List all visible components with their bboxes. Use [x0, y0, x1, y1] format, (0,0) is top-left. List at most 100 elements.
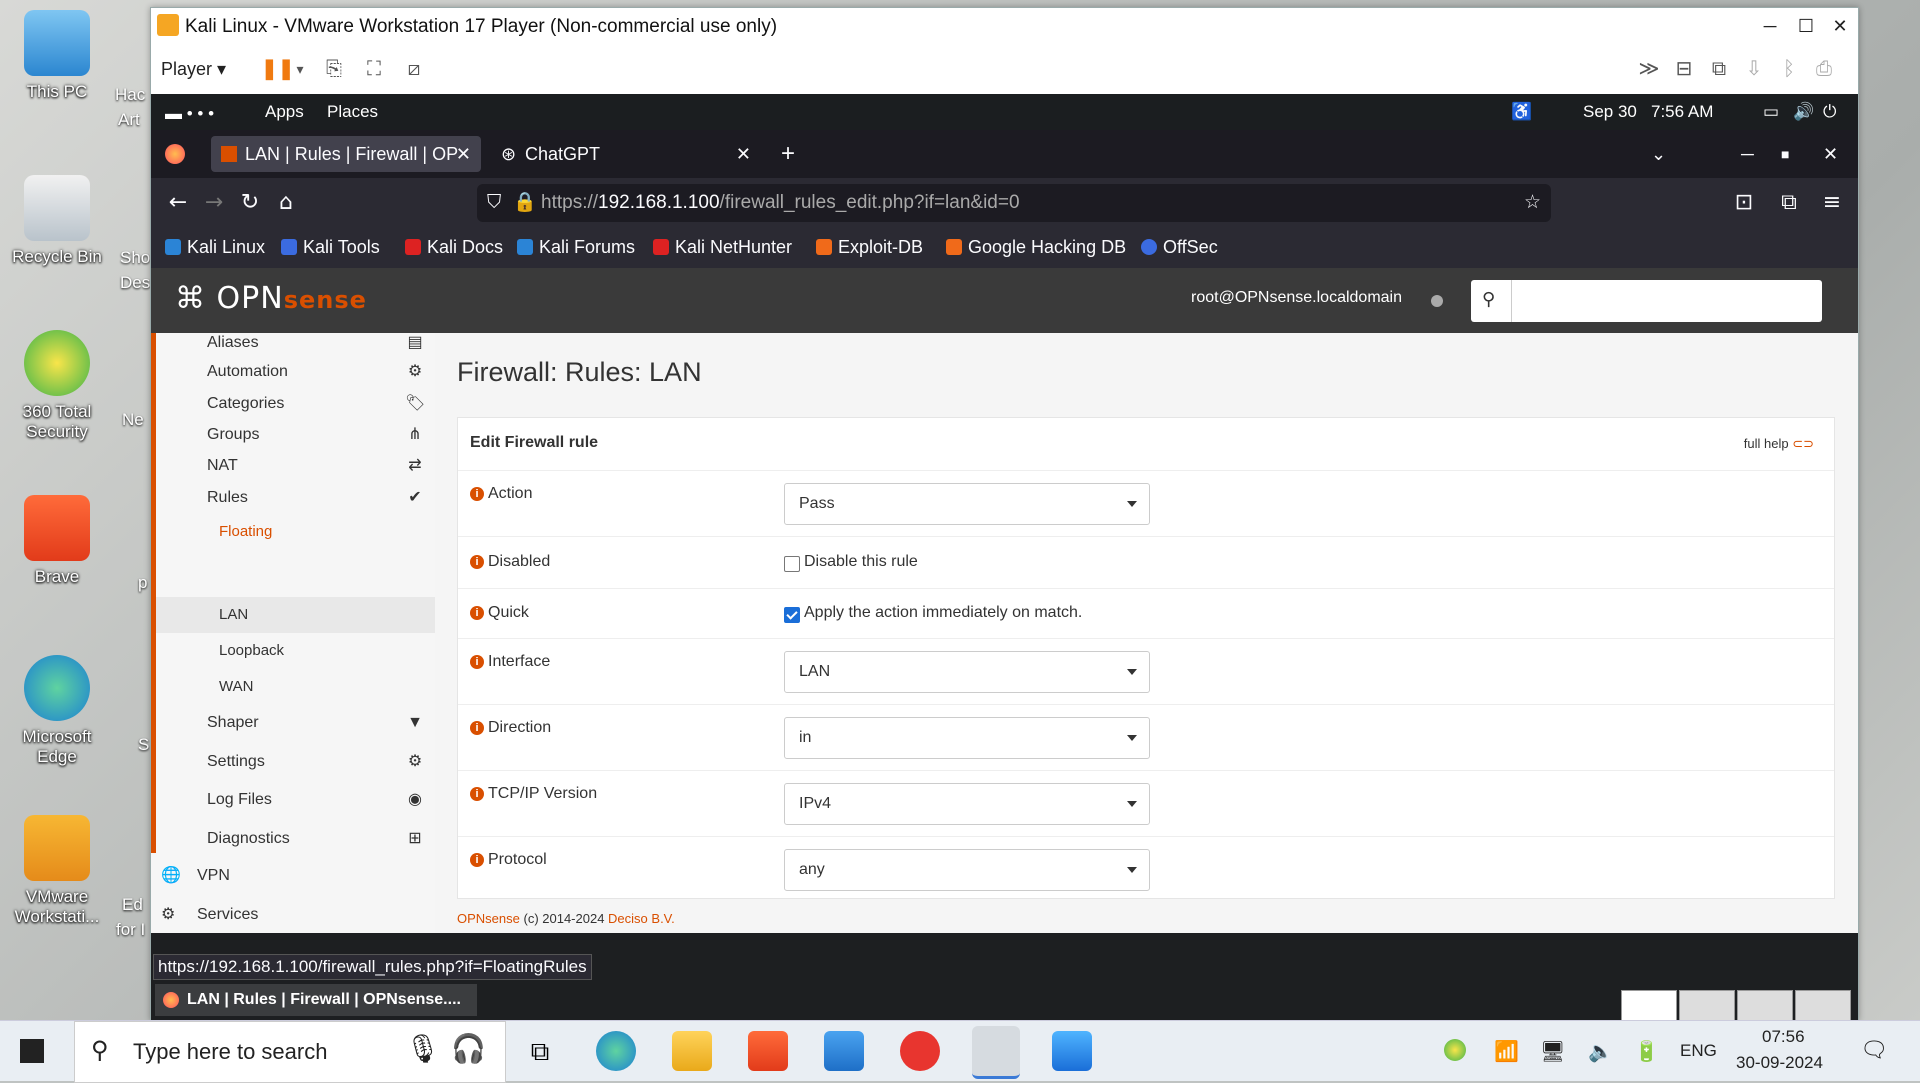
- time-label[interactable]: 7:56 AM: [1651, 102, 1713, 122]
- shield-icon[interactable]: ⛉: [487, 184, 501, 222]
- workspace-indicator[interactable]: ▬ • • •: [165, 104, 214, 124]
- security-tray-icon[interactable]: [1444, 1039, 1466, 1061]
- send-ctrl-alt-del-icon[interactable]: ⎘: [321, 56, 347, 82]
- disable-rule-checkbox[interactable]: [784, 556, 800, 572]
- wifi-icon[interactable]: 📶: [1494, 1039, 1519, 1064]
- mail-icon[interactable]: [824, 1031, 864, 1071]
- unity-icon[interactable]: ⧄: [401, 56, 427, 82]
- info-icon[interactable]: i: [470, 721, 484, 735]
- workspace-2[interactable]: [1679, 990, 1735, 1022]
- power-icon[interactable]: ⏻: [1823, 102, 1836, 122]
- sidebar-item-log-files[interactable]: Log Files: [207, 788, 272, 812]
- date-label[interactable]: Sep 30: [1583, 102, 1637, 122]
- bookmark-kali-tools[interactable]: Kali Tools: [281, 237, 380, 258]
- bookmark-kali-forums[interactable]: Kali Forums: [517, 237, 635, 258]
- desktop-icon-recycle-bin[interactable]: Recycle Bin: [2, 175, 112, 267]
- protocol-select[interactable]: any: [784, 849, 1150, 891]
- bookmark-google-hacking-db[interactable]: Google Hacking DB: [946, 237, 1126, 258]
- opnsense-logo[interactable]: ⌘ OPNsense: [175, 281, 367, 321]
- quick-checkbox[interactable]: [784, 607, 800, 623]
- sidebar-sub-wan[interactable]: WAN: [219, 676, 253, 698]
- workspace-3[interactable]: [1737, 990, 1793, 1022]
- sidebar-item-groups[interactable]: Groups: [207, 423, 259, 447]
- more-devices-icon[interactable]: ≫: [1636, 56, 1662, 82]
- full-help-toggle[interactable]: full help ⊂⊃: [1744, 436, 1814, 452]
- tab-opnsense[interactable]: LAN | Rules | Firewall | OP ✕: [211, 136, 481, 172]
- clock-time[interactable]: 07:56: [1762, 1027, 1805, 1047]
- language-indicator[interactable]: ENG: [1680, 1041, 1717, 1061]
- brave-taskbar-icon[interactable]: [748, 1031, 788, 1071]
- bluetooth-icon[interactable]: ᛒ: [1776, 56, 1802, 82]
- hard-disk-icon[interactable]: ⊟: [1671, 56, 1697, 82]
- places-menu[interactable]: Places: [327, 102, 378, 122]
- maximize-button[interactable]: ■: [1781, 136, 1811, 172]
- info-icon[interactable]: i: [470, 655, 484, 669]
- info-icon[interactable]: i: [470, 787, 484, 801]
- sidebar-sub-floating[interactable]: Floating: [219, 521, 272, 543]
- vmware-taskbar-icon[interactable]: [972, 1026, 1020, 1079]
- sidebar-item-services[interactable]: ⚙ Services: [161, 904, 258, 924]
- fullscreen-icon[interactable]: ⛶: [361, 56, 387, 82]
- task-view-icon[interactable]: ⧉: [520, 1031, 560, 1071]
- minimize-button[interactable]: ─: [1741, 136, 1771, 172]
- desktop-icon-edge[interactable]: Microsoft Edge: [2, 655, 112, 767]
- sidebar-item-nat[interactable]: NAT: [207, 454, 238, 478]
- desktop-icon-brave[interactable]: Brave: [2, 495, 112, 587]
- desktop-icon-360[interactable]: 360 Total Security: [2, 330, 112, 442]
- close-icon[interactable]: ✕: [456, 136, 471, 172]
- info-icon[interactable]: i: [470, 606, 484, 620]
- volume-icon[interactable]: 🔈: [1588, 1039, 1613, 1064]
- tab-chatgpt[interactable]: ⊛ ChatGPT ✕: [491, 136, 761, 172]
- clock-date[interactable]: 30-09-2024: [1736, 1053, 1823, 1073]
- display-icon[interactable]: ▭: [1763, 102, 1779, 122]
- desktop-icon-this-pc[interactable]: This PC: [2, 10, 112, 102]
- info-icon[interactable]: i: [470, 487, 484, 501]
- notification-icon[interactable]: 🗨: [1860, 1037, 1888, 1063]
- maximize-button[interactable]: ☐: [1790, 12, 1822, 40]
- tcpip-version-select[interactable]: IPv4: [784, 783, 1150, 825]
- bookmark-exploit-db[interactable]: Exploit-DB: [816, 237, 923, 258]
- windows-search-box[interactable]: ⚲ Type here to search 🎙 🎧: [74, 1021, 506, 1083]
- list-tabs-icon[interactable]: ⌄: [1651, 136, 1681, 172]
- url-bar[interactable]: ⛉ 🔒 https://192.168.1.100/firewall_rules…: [477, 184, 1551, 222]
- sidebar-item-categories[interactable]: Categories: [207, 392, 284, 416]
- pause-icon[interactable]: ❚❚: [261, 56, 295, 82]
- bookmark-star-icon[interactable]: ☆: [1524, 184, 1541, 222]
- windows-start-icon[interactable]: [20, 1039, 44, 1063]
- chevron-down-icon[interactable]: ▾: [287, 56, 313, 82]
- forward-icon[interactable]: →: [201, 190, 227, 216]
- printer-icon[interactable]: ⎙: [1811, 56, 1837, 82]
- apps-menu[interactable]: Apps: [265, 102, 304, 122]
- sidebar-sub-lan[interactable]: LAN: [219, 604, 248, 626]
- player-menu[interactable]: Player ▾: [161, 54, 226, 84]
- sidebar-item-rules[interactable]: Rules: [207, 486, 248, 510]
- sidebar-item-diagnostics[interactable]: Diagnostics: [207, 827, 290, 851]
- edge-taskbar-icon[interactable]: [596, 1031, 636, 1071]
- guest-taskbar-item[interactable]: LAN | Rules | Firewall | OPNsense....: [155, 984, 477, 1016]
- info-icon[interactable]: i: [470, 853, 484, 867]
- wps-office-icon[interactable]: [900, 1031, 940, 1071]
- close-icon[interactable]: ✕: [736, 136, 751, 172]
- reload-icon[interactable]: ↻: [237, 190, 263, 216]
- workspace-1[interactable]: [1621, 990, 1677, 1022]
- sidebar-sub-loopback[interactable]: Loopback: [219, 640, 284, 662]
- new-tab-button[interactable]: +: [781, 136, 811, 172]
- action-select[interactable]: Pass: [784, 483, 1150, 525]
- hamburger-menu-icon[interactable]: ≡: [1819, 190, 1845, 216]
- battery-icon[interactable]: 🔋: [1634, 1039, 1659, 1064]
- close-button[interactable]: ✕: [1823, 136, 1853, 172]
- user-menu[interactable]: root@OPNsense.localdomain: [1191, 289, 1402, 307]
- footer-opnsense-link[interactable]: OPNsense: [457, 911, 520, 926]
- usb-icon[interactable]: ⇩: [1741, 56, 1767, 82]
- lock-icon[interactable]: 🔒: [513, 184, 537, 222]
- photos-icon[interactable]: [1052, 1031, 1092, 1071]
- extensions-icon[interactable]: ⧉: [1776, 190, 1802, 216]
- pocket-icon[interactable]: ⊡: [1731, 190, 1757, 216]
- back-icon[interactable]: ←: [165, 190, 191, 216]
- desktop-icon-vmware[interactable]: VMware Workstati...: [2, 815, 112, 927]
- volume-icon[interactable]: 🔊: [1793, 102, 1814, 122]
- workspace-4[interactable]: [1795, 990, 1851, 1022]
- sidebar-item-shaper[interactable]: Shaper: [207, 711, 259, 735]
- vm-tray-icon[interactable]: 🖥: [1540, 1039, 1565, 1064]
- sidebar-item-aliases[interactable]: Aliases: [207, 331, 259, 355]
